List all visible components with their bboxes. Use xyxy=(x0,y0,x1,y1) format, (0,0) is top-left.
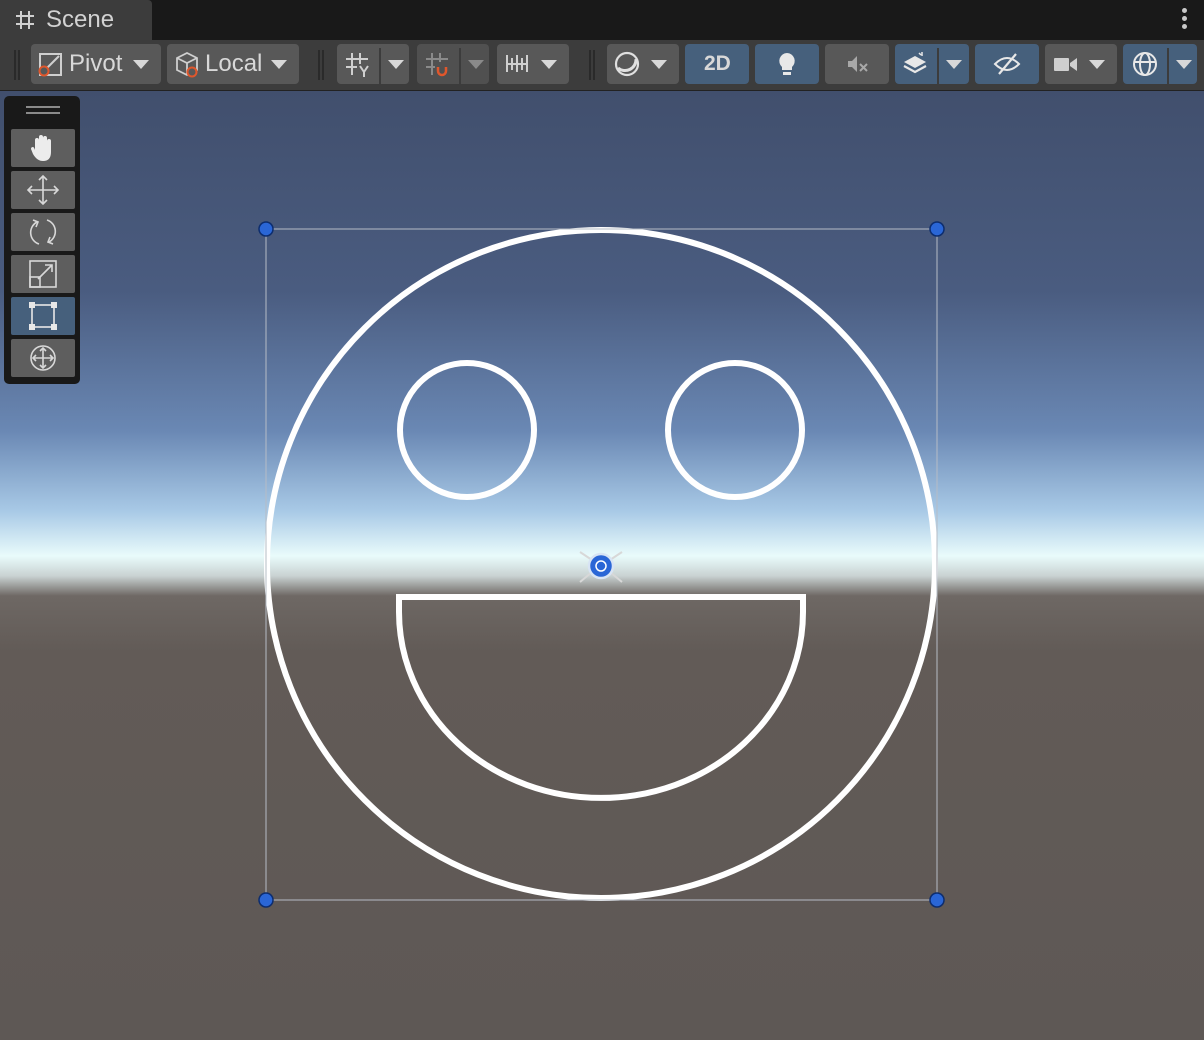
rect-handle-bottom-right[interactable] xyxy=(929,892,945,908)
move-icon xyxy=(26,174,60,206)
overlay-drag-handle[interactable] xyxy=(26,106,60,114)
rotate-icon xyxy=(29,219,57,245)
gizmos-dropdown[interactable] xyxy=(1123,44,1197,88)
mode-2d-toggle[interactable]: 2D xyxy=(685,44,749,84)
chevron-down-icon xyxy=(133,60,149,69)
rotate-tool[interactable] xyxy=(11,213,75,251)
grid-snap-button[interactable] xyxy=(337,44,409,88)
transform-icon xyxy=(30,345,56,371)
scale-tool[interactable] xyxy=(11,255,75,293)
right-eye xyxy=(665,360,805,500)
mode-2d-label: 2D xyxy=(704,52,731,75)
scene-viewport[interactable] xyxy=(0,91,1204,1040)
more-options-icon[interactable] xyxy=(1180,8,1188,32)
camera-dropdown[interactable] xyxy=(1045,44,1117,84)
chevron-down-icon[interactable] xyxy=(388,60,404,69)
shading-mode-icon xyxy=(614,51,640,77)
left-eye xyxy=(397,360,537,500)
tab-title: Scene xyxy=(46,6,115,33)
mouth xyxy=(396,594,806,801)
audio-mute-icon xyxy=(848,56,868,72)
chevron-down-icon xyxy=(651,60,667,69)
scene-toolbar: Pivot Local 2D xyxy=(0,40,1204,91)
audio-toggle[interactable] xyxy=(825,44,889,84)
toolbar-grip xyxy=(14,50,16,80)
rect-tool[interactable] xyxy=(11,297,75,335)
pivot-icon xyxy=(38,53,62,77)
shading-mode-dropdown[interactable] xyxy=(607,44,679,84)
chevron-down-icon[interactable] xyxy=(946,60,962,69)
scale-icon xyxy=(29,260,57,288)
ruler-dropdown[interactable] xyxy=(497,44,569,84)
pivot-label: Pivot xyxy=(69,50,123,77)
transform-tool[interactable] xyxy=(11,339,75,377)
camera-icon xyxy=(1054,58,1077,71)
move-tool[interactable] xyxy=(11,171,75,209)
pivot-handle[interactable] xyxy=(579,551,623,583)
chevron-down-icon xyxy=(541,60,557,69)
local-dropdown[interactable]: Local xyxy=(167,44,299,84)
rect-handle-top-left[interactable] xyxy=(258,221,274,237)
toolbar-separator xyxy=(318,50,320,80)
local-cube-icon xyxy=(176,51,198,78)
hand-icon xyxy=(31,135,51,161)
chevron-down-icon[interactable] xyxy=(468,60,484,69)
grid-snap-icon xyxy=(346,53,369,77)
hand-tool[interactable] xyxy=(11,129,75,167)
rect-handle-top-right[interactable] xyxy=(929,221,945,237)
chevron-down-icon[interactable] xyxy=(1176,60,1192,69)
tools-overlay xyxy=(4,96,80,384)
gizmos-icon xyxy=(1133,52,1157,76)
lighting-icon xyxy=(779,53,795,75)
rect-handle-bottom-left[interactable] xyxy=(258,892,274,908)
hidden-objects-icon xyxy=(993,53,1021,75)
increment-snap-icon xyxy=(426,53,448,77)
tab-scene[interactable]: Scene xyxy=(0,0,152,40)
effects-icon xyxy=(903,52,927,74)
lighting-toggle[interactable] xyxy=(755,44,819,84)
local-label: Local xyxy=(205,50,263,77)
effects-dropdown[interactable] xyxy=(895,44,969,88)
tab-bar: Scene xyxy=(0,0,1204,40)
rect-icon xyxy=(29,302,57,330)
pivot-dropdown[interactable]: Pivot xyxy=(31,44,161,84)
hash-icon xyxy=(16,11,34,29)
chevron-down-icon xyxy=(271,60,287,69)
increment-snap-button[interactable] xyxy=(417,44,489,88)
ruler-icon xyxy=(506,55,528,72)
toolbar-separator xyxy=(589,50,591,80)
hidden-objects-toggle[interactable] xyxy=(975,44,1039,84)
chevron-down-icon xyxy=(1089,60,1105,69)
